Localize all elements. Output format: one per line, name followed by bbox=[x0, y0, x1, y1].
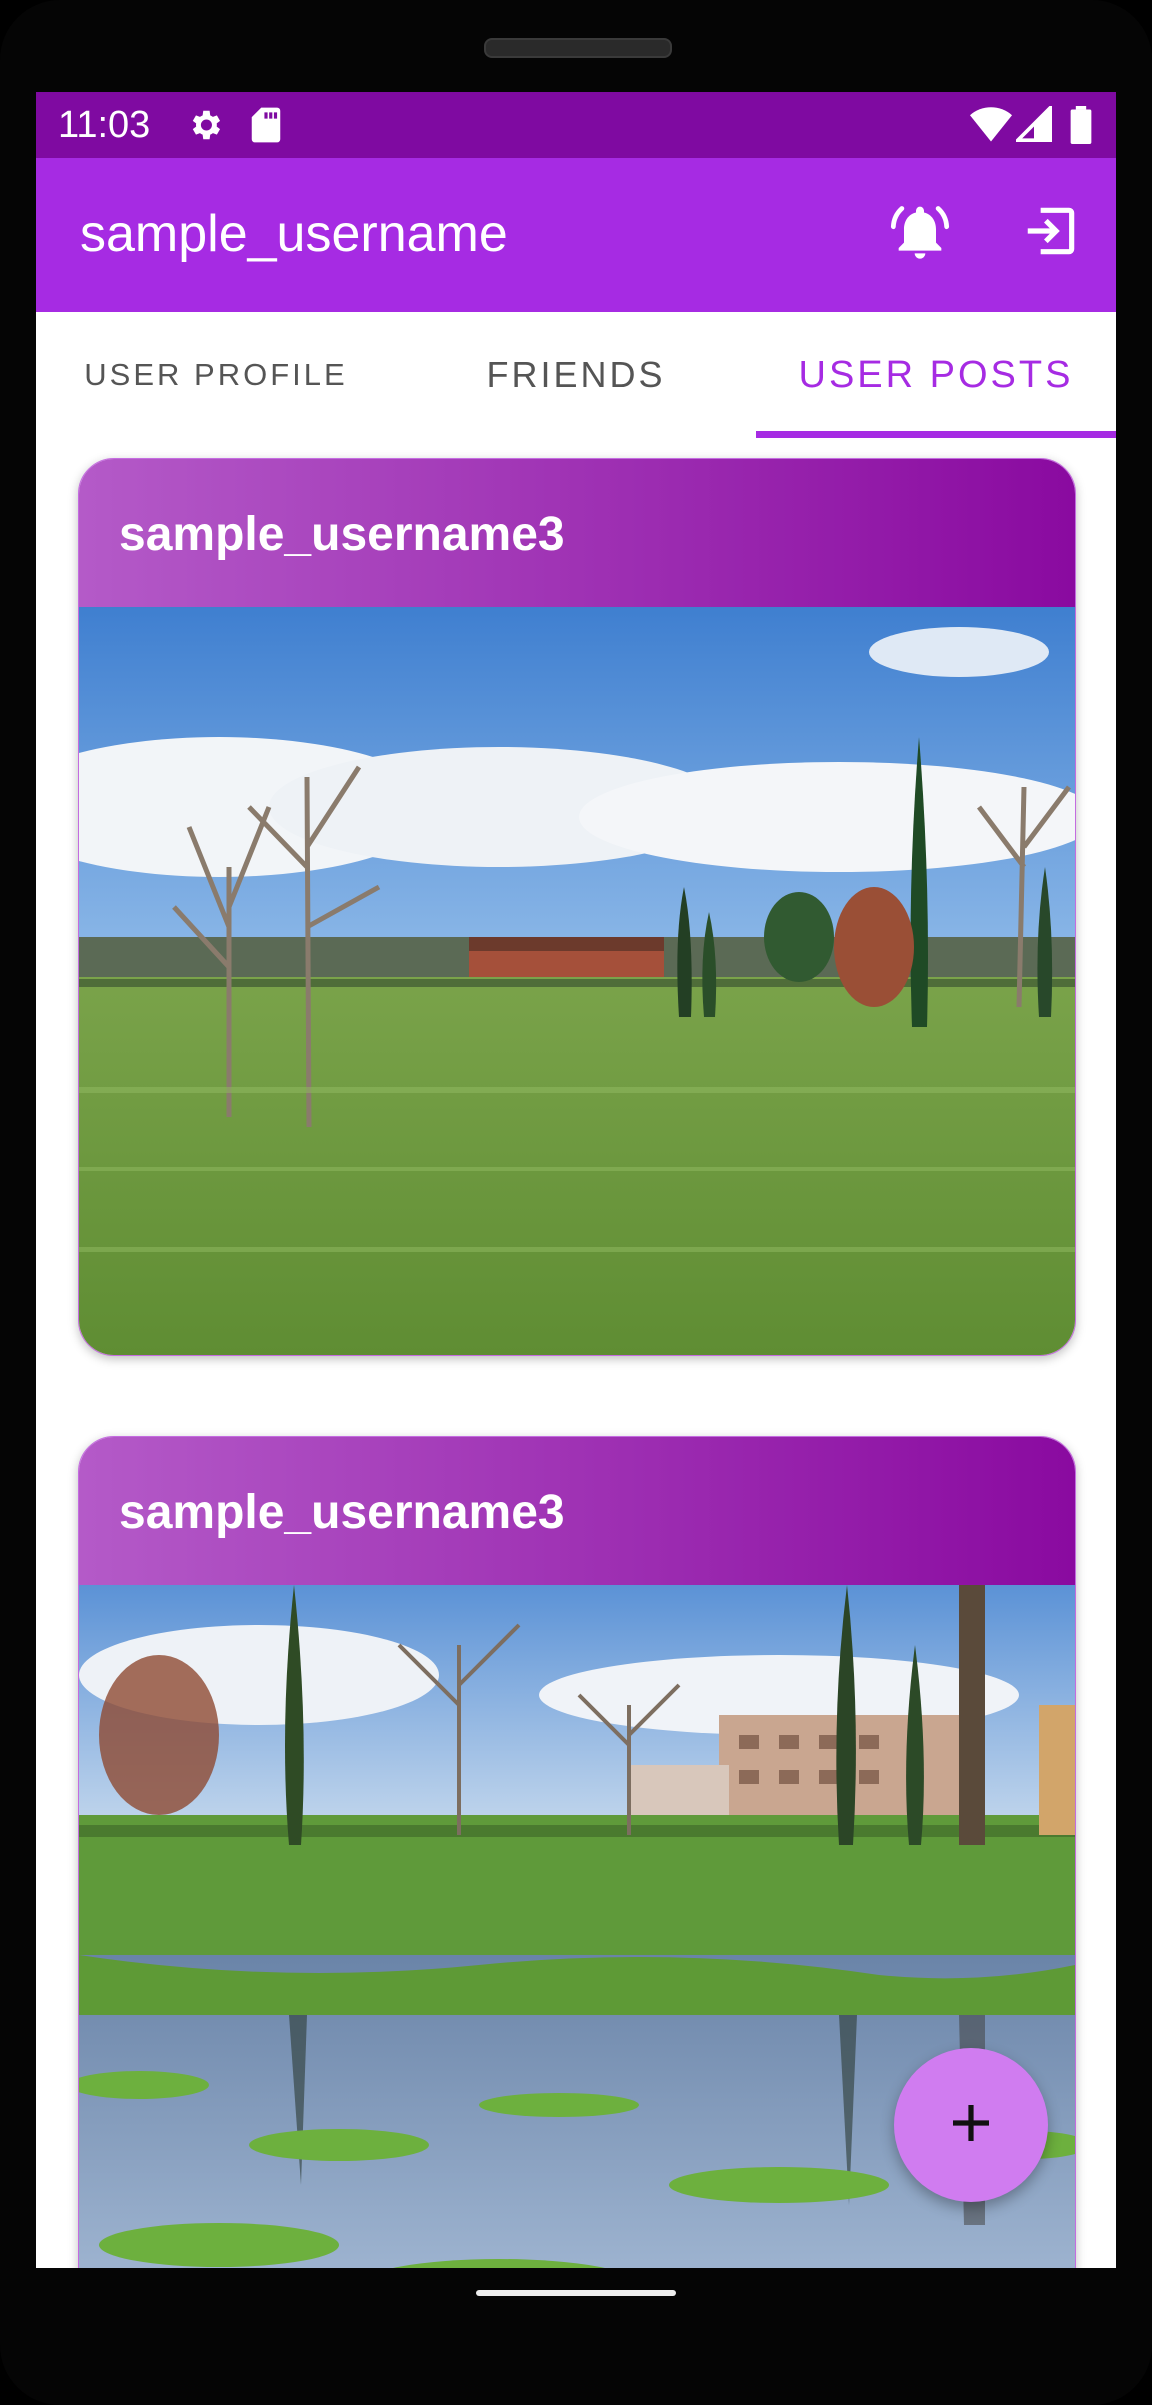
screen: 11:03 sample_username USER PROFILE FRIEN… bbox=[36, 92, 1116, 2268]
post-username: sample_username3 bbox=[119, 508, 565, 561]
wifi-icon bbox=[970, 106, 1012, 147]
post-header: sample_username3 bbox=[79, 459, 1075, 607]
status-bar: 11:03 bbox=[36, 92, 1116, 158]
earpiece-speaker bbox=[484, 38, 672, 58]
post-card[interactable]: sample_username3 bbox=[78, 458, 1076, 1356]
add-post-button[interactable] bbox=[894, 2048, 1048, 2202]
logout-icon[interactable] bbox=[1020, 200, 1082, 267]
post-image[interactable] bbox=[79, 607, 1075, 1355]
battery-icon bbox=[1070, 106, 1092, 149]
tab-user-profile[interactable]: USER PROFILE bbox=[36, 312, 396, 438]
status-time: 11:03 bbox=[58, 104, 151, 146]
home-gesture-bar[interactable] bbox=[476, 2290, 676, 2296]
sd-card-icon bbox=[250, 106, 282, 149]
notification-bell-icon[interactable] bbox=[888, 200, 952, 269]
gear-icon bbox=[186, 106, 224, 149]
tab-friends[interactable]: FRIENDS bbox=[396, 312, 756, 438]
phone-frame: 11:03 sample_username USER PROFILE FRIEN… bbox=[0, 0, 1152, 2405]
post-username: sample_username3 bbox=[119, 1486, 565, 1539]
plus-icon bbox=[947, 2099, 995, 2152]
tab-bar: USER PROFILE FRIENDS USER POSTS bbox=[36, 312, 1116, 438]
app-title: sample_username bbox=[80, 205, 508, 263]
app-bar: sample_username bbox=[36, 158, 1116, 312]
post-header: sample_username3 bbox=[79, 1437, 1075, 1585]
selected-tab-indicator bbox=[756, 431, 1116, 438]
tab-user-posts[interactable]: USER POSTS bbox=[756, 312, 1116, 438]
cell-signal-icon bbox=[1013, 103, 1052, 147]
